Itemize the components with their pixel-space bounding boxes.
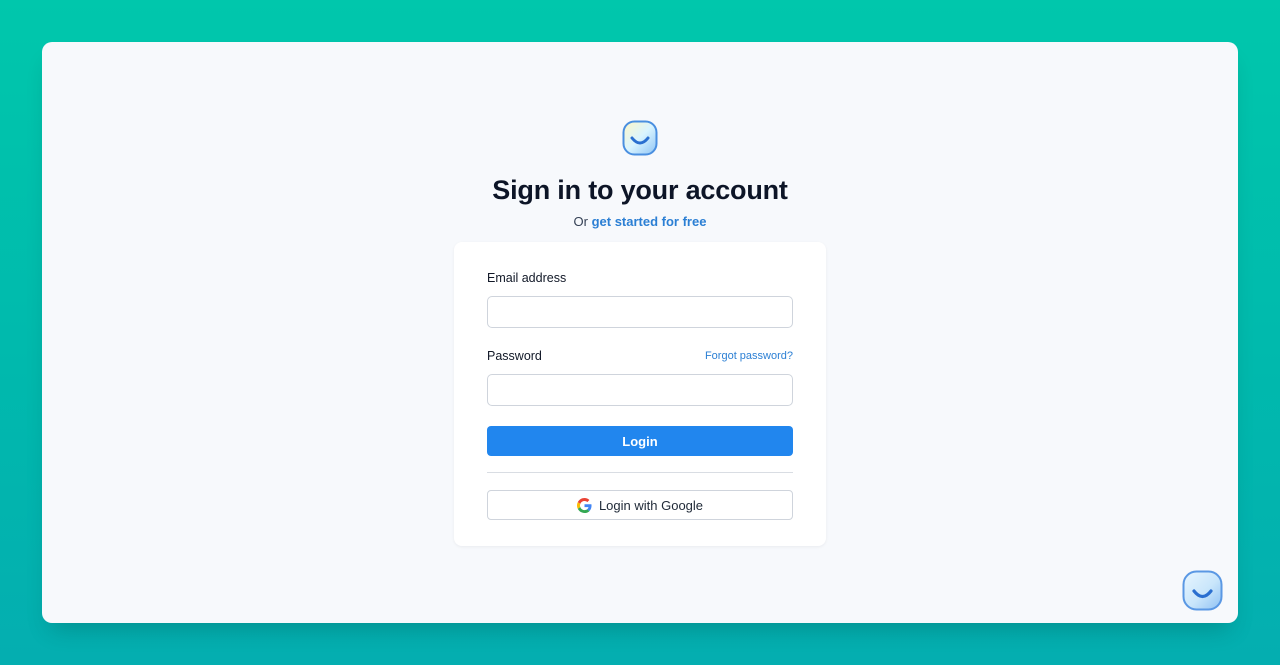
panel-content: Sign in to your account Or get started f…	[42, 42, 1238, 623]
password-input[interactable]	[487, 374, 793, 406]
page-title: Sign in to your account	[492, 175, 788, 205]
subtitle: Or get started for free	[42, 214, 1238, 229]
google-button-label: Login with Google	[598, 497, 704, 513]
login-card: Email address Password Forgot password? …	[454, 242, 826, 546]
login-button[interactable]: Login	[487, 426, 793, 456]
email-input[interactable]	[487, 296, 793, 328]
google-icon	[576, 497, 592, 513]
password-label: Password	[487, 349, 542, 363]
login-with-google-button[interactable]: Login with Google	[487, 490, 793, 520]
smiley-logo-icon	[622, 120, 658, 156]
forgot-password-link[interactable]: Forgot password?	[705, 350, 793, 362]
divider	[487, 472, 793, 473]
get-started-link[interactable]: get started for free	[592, 214, 707, 229]
main-panel: Sign in to your account Or get started f…	[42, 42, 1238, 623]
email-label: Email address	[487, 271, 567, 285]
subtitle-prefix: Or	[573, 214, 588, 229]
chat-widget-icon[interactable]	[1182, 570, 1223, 611]
